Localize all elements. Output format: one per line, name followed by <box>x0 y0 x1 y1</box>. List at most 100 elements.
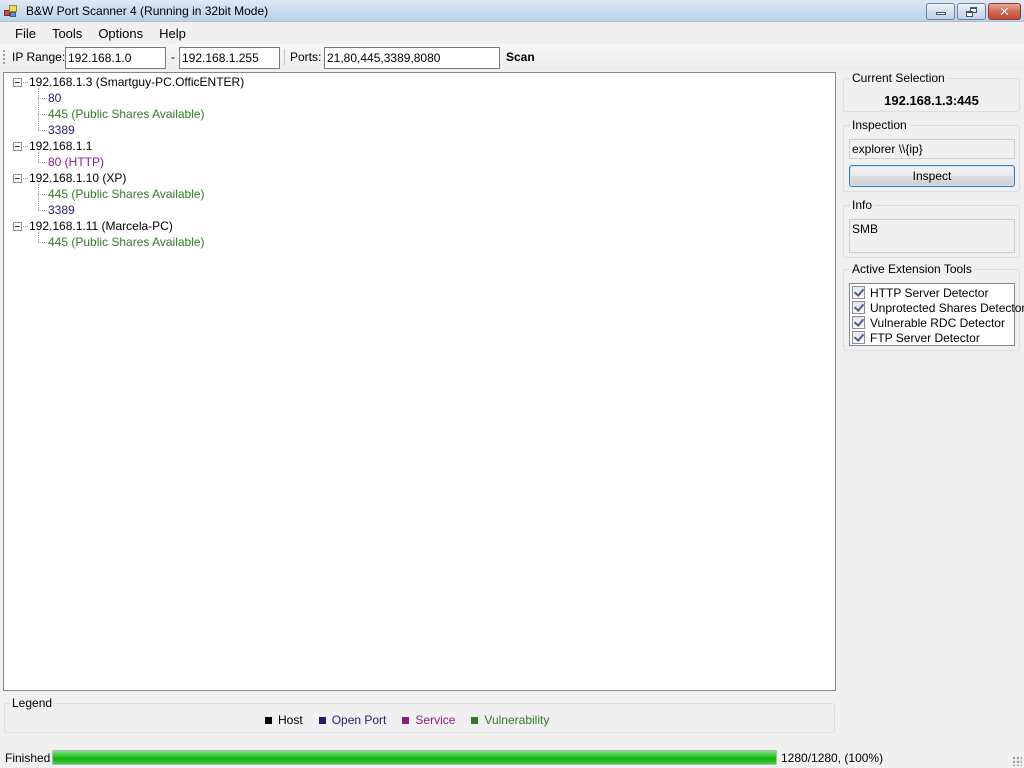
tree-connector <box>38 162 47 163</box>
legend-group: Legend Host Open Port Service Vulnerability <box>4 696 835 733</box>
tree-connector <box>38 88 39 130</box>
checkbox-checked-icon[interactable] <box>852 301 865 314</box>
progress-label: 1280/1280, (100%) <box>781 751 884 765</box>
menu-file[interactable]: File <box>7 23 44 43</box>
info-value: SMB <box>849 219 1015 253</box>
tree-connector <box>38 210 47 211</box>
tree-host-node[interactable]: 192.168.1.10 (XP) <box>29 170 126 186</box>
inspect-button[interactable]: Inspect <box>849 165 1015 187</box>
checkbox-checked-icon[interactable] <box>852 286 865 299</box>
collapse-icon[interactable] <box>13 78 22 87</box>
extension-item-shares[interactable]: Unprotected Shares Detector <box>852 300 1024 315</box>
legend-swatch-icon <box>471 716 479 724</box>
scan-button[interactable]: Scan <box>502 48 539 66</box>
legend-swatch-icon <box>402 716 410 724</box>
inspection-group: Inspection explorer \\{ip} Inspect <box>843 118 1020 192</box>
tree-host-node[interactable]: 192.168.1.3 (Smartguy-PC.OfficENTER) <box>29 74 244 90</box>
restore-icon <box>965 6 978 17</box>
tree-connector <box>38 114 47 115</box>
tree-connector <box>38 242 47 243</box>
progress-fill <box>53 751 776 764</box>
tree-port-node[interactable]: 3389 <box>48 202 75 218</box>
menu-tools[interactable]: Tools <box>44 23 90 43</box>
toolbar-grip[interactable] <box>3 50 5 64</box>
legend-swatch-icon <box>318 716 326 724</box>
ip-range-label: IP Range: <box>12 50 66 64</box>
tree-connector <box>23 146 28 147</box>
info-group: Info SMB <box>843 198 1020 258</box>
tree-vuln-node[interactable]: 445 (Public Shares Available) <box>48 106 205 122</box>
collapse-icon[interactable] <box>13 174 22 183</box>
extension-label: Unprotected Shares Detector <box>870 300 1024 315</box>
current-selection-label: Current Selection <box>850 71 947 85</box>
window-title: B&W Port Scanner 4 (Running in 32bit Mod… <box>26 4 269 18</box>
tree-port-node[interactable]: 3389 <box>48 122 75 138</box>
minimize-button[interactable] <box>926 3 955 20</box>
legend-items: Host Open Port Service Vulnerability <box>265 713 565 727</box>
legend-item: Open Port <box>318 713 387 727</box>
legend-item-label: Open Port <box>331 713 387 727</box>
legend-item: Service <box>402 713 455 727</box>
extension-item-ftp[interactable]: FTP Server Detector <box>852 330 980 345</box>
tree-connector <box>23 178 28 179</box>
tree-connector <box>38 184 39 210</box>
tree-connector <box>38 232 39 242</box>
status-bar: Finished 1280/1280, (100%) <box>0 748 1024 768</box>
current-selection-value: 192.168.1.3:445 <box>884 93 979 108</box>
ports-input[interactable] <box>324 47 500 69</box>
minimize-icon <box>935 12 946 15</box>
toolbar: IP Range: - Ports: Scan <box>0 44 1024 70</box>
current-selection-group: Current Selection 192.168.1.3:445 <box>843 71 1020 112</box>
extension-label: HTTP Server Detector <box>870 285 989 300</box>
legend-label: Legend <box>10 696 55 710</box>
checkbox-checked-icon[interactable] <box>852 331 865 344</box>
range-separator: - <box>171 50 175 64</box>
tree-vuln-node[interactable]: 445 (Public Shares Available) <box>48 186 205 202</box>
tree-connector <box>23 82 28 83</box>
ports-label: Ports: <box>290 50 322 64</box>
legend-item-label: Vulnerability <box>484 713 550 727</box>
app-icon[interactable] <box>4 4 18 18</box>
resize-grip[interactable] <box>1012 756 1022 766</box>
title-bar: B&W Port Scanner 4 (Running in 32bit Mod… <box>0 0 1024 22</box>
results-tree[interactable]: 192.168.1.3 (Smartguy-PC.OfficENTER) 80 44… <box>3 72 836 691</box>
ip-start-input[interactable] <box>65 47 166 69</box>
inspection-label: Inspection <box>850 118 909 132</box>
restore-button[interactable] <box>957 3 986 20</box>
info-label: Info <box>850 198 875 212</box>
close-icon: ✕ <box>999 4 1010 19</box>
progress-bar <box>52 750 777 765</box>
status-text: Finished <box>5 751 51 765</box>
tree-connector <box>38 152 39 162</box>
extension-item-rdc[interactable]: Vulnerable RDC Detector <box>852 315 1005 330</box>
collapse-icon[interactable] <box>13 142 22 151</box>
tree-service-node[interactable]: 80 (HTTP) <box>48 154 104 170</box>
ip-end-input[interactable] <box>179 47 280 69</box>
inspection-command-field[interactable]: explorer \\{ip} <box>849 139 1015 159</box>
extension-tools-list: HTTP Server Detector Unprotected Shares … <box>849 283 1024 346</box>
legend-item: Host <box>265 713 303 727</box>
extension-tools-group: Active Extension Tools HTTP Server Detec… <box>843 262 1024 351</box>
menu-help[interactable]: Help <box>151 23 194 43</box>
tree-port-node[interactable]: 80 <box>48 90 61 106</box>
checkbox-checked-icon[interactable] <box>852 316 865 329</box>
collapse-icon[interactable] <box>13 222 22 231</box>
tree-vuln-node[interactable]: 445 (Public Shares Available) <box>48 234 205 250</box>
tree-connector <box>38 194 47 195</box>
extension-label: FTP Server Detector <box>870 330 980 345</box>
toolbar-separator <box>284 49 285 65</box>
tree-host-node[interactable]: 192.168.1.11 (Marcela-PC) <box>29 218 173 234</box>
legend-item: Vulnerability <box>471 713 549 727</box>
extension-item-http[interactable]: HTTP Server Detector <box>852 285 988 300</box>
close-button[interactable]: ✕ <box>988 3 1021 20</box>
legend-item-label: Host <box>278 713 303 727</box>
legend-swatch-icon <box>265 716 272 724</box>
legend-item-label: Service <box>415 713 456 727</box>
tree-connector <box>38 130 47 131</box>
extension-tools-label: Active Extension Tools <box>850 262 974 276</box>
extension-label: Vulnerable RDC Detector <box>870 315 1005 330</box>
tree-connector <box>23 226 28 227</box>
menu-bar: File Tools Options Help <box>0 23 1024 43</box>
menu-options[interactable]: Options <box>90 23 151 43</box>
tree-connector <box>38 98 47 99</box>
